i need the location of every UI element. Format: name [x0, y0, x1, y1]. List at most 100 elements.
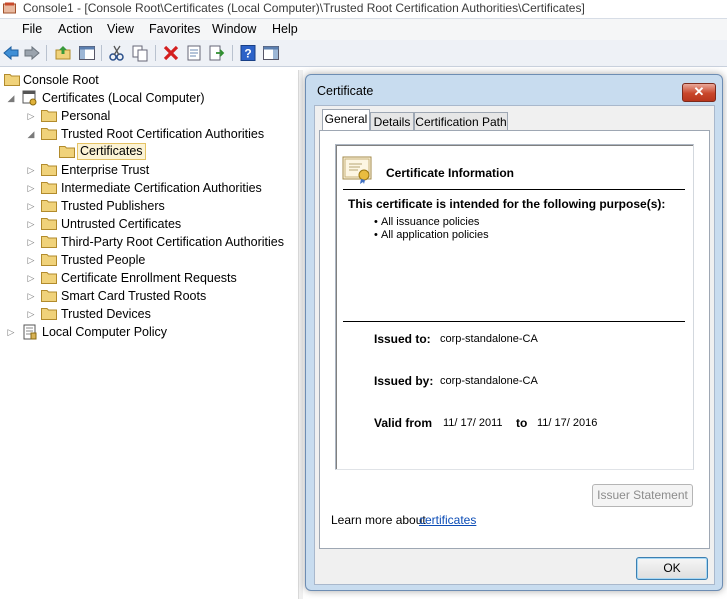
help-icon[interactable]: ? [239, 44, 257, 62]
mmc-app-icon [3, 2, 16, 14]
expand-arrow-icon[interactable]: ▷ [26, 269, 36, 287]
tab-certification-path[interactable]: Certification Path [414, 112, 508, 132]
menu-bar: File Action View Favorites Window Help [0, 19, 727, 40]
properties-icon[interactable] [185, 44, 203, 62]
expand-arrow-icon[interactable]: ▷ [26, 305, 36, 323]
window-title-bar: Console1 - [Console Root\Certificates (L… [0, 0, 727, 19]
tree-node-label: Certificates [77, 143, 146, 160]
collapse-arrow-icon[interactable]: ◢ [26, 125, 36, 143]
valid-to-value: 11/ 17/ 2016 [537, 417, 598, 429]
tree-node-untrusted-certificates[interactable]: ▷ Untrusted Certificates [0, 215, 280, 233]
cut-icon[interactable] [108, 44, 126, 62]
delete-icon[interactable] [162, 44, 180, 62]
issuer-statement-button[interactable]: Issuer Statement [592, 484, 693, 507]
menu-help[interactable]: Help [272, 21, 298, 38]
tree-node-label: Enterprise Trust [61, 163, 150, 177]
ok-button[interactable]: OK [636, 557, 708, 580]
folder-icon [41, 218, 57, 230]
tree-node-trusted-people[interactable]: ▷ Trusted People [0, 251, 280, 269]
menu-action[interactable]: Action [58, 21, 93, 38]
tree-node-third-party-root[interactable]: ▷ Third-Party Root Certification Authori… [0, 233, 296, 251]
show-hide-tree-icon[interactable] [78, 44, 96, 62]
menu-file[interactable]: File [22, 21, 42, 38]
toolbar-separator [232, 45, 233, 61]
folder-icon [41, 110, 57, 122]
tree-node-enterprise-trust[interactable]: ▷ Enterprise Trust [0, 161, 280, 179]
menu-window[interactable]: Window [212, 21, 256, 38]
expand-arrow-icon[interactable]: ▷ [26, 179, 36, 197]
tree-node-label: Personal [61, 109, 111, 123]
tree-node-label: Trusted People [61, 253, 146, 267]
tree-node-smart-card-roots[interactable]: ▷ Smart Card Trusted Roots [0, 287, 280, 305]
expand-arrow-icon[interactable]: ▷ [6, 323, 16, 341]
tree-node-label: Third-Party Root Certification Authoriti… [61, 235, 285, 249]
purpose-bullet: • [374, 229, 378, 241]
learn-more-text: Learn more about [331, 513, 426, 527]
tree-node-label: Untrusted Certificates [61, 217, 182, 231]
tree-node-trusted-publishers[interactable]: ▷ Trusted Publishers [0, 197, 280, 215]
folder-icon [59, 146, 75, 158]
expand-arrow-icon[interactable]: ▷ [26, 107, 36, 125]
folder-icon [41, 272, 57, 284]
forward-arrow-icon[interactable] [23, 44, 41, 62]
tree-node-trusted-root[interactable]: ◢ Trusted Root Certification Authorities [0, 125, 280, 143]
tree-node-trusted-devices[interactable]: ▷ Trusted Devices [0, 305, 280, 323]
show-hide-action-pane-icon[interactable] [262, 44, 280, 62]
tree-node-label: Smart Card Trusted Roots [61, 289, 207, 303]
purpose-heading: This certificate is intended for the fol… [348, 197, 666, 211]
menu-view[interactable]: View [107, 21, 134, 38]
certificate-info-heading: Certificate Information [386, 166, 515, 180]
export-list-icon[interactable] [208, 44, 226, 62]
tab-details[interactable]: Details [370, 112, 414, 132]
expand-arrow-icon[interactable]: ▷ [26, 287, 36, 305]
purpose-item: All issuance policies [381, 216, 480, 228]
expand-arrow-icon[interactable]: ▷ [26, 161, 36, 179]
folder-icon [4, 74, 20, 86]
certificate-icon [342, 156, 372, 184]
tree-node-console-root[interactable]: Console Root [0, 71, 200, 89]
tree-node-personal[interactable]: ▷ Personal [0, 107, 280, 125]
issued-to-value: corp-standalone-CA [440, 333, 538, 345]
tree-node-intermediate-ca[interactable]: ▷ Intermediate Certification Authorities [0, 179, 290, 197]
expand-arrow-icon[interactable]: ▷ [26, 215, 36, 233]
svg-text:?: ? [244, 47, 251, 61]
tree-node-label: Trusted Publishers [61, 199, 165, 213]
expand-arrow-icon[interactable]: ▷ [26, 197, 36, 215]
dialog-title: Certificate [317, 84, 374, 98]
back-arrow-icon[interactable] [2, 44, 20, 62]
policy-icon [23, 324, 37, 340]
toolbar: ? [0, 40, 727, 67]
certificates-link[interactable]: certificates [419, 513, 476, 527]
certificate-store-icon [22, 90, 37, 106]
toolbar-separator [46, 45, 47, 61]
divider [343, 321, 685, 322]
toolbar-separator [101, 45, 102, 61]
tree-node-enrollment-requests[interactable]: ▷ Certificate Enrollment Requests [0, 269, 280, 287]
tab-general[interactable]: General [322, 109, 370, 131]
window-title: Console1 - [Console Root\Certificates (L… [23, 1, 585, 15]
folder-icon [41, 236, 57, 248]
close-button[interactable]: ✕ [682, 83, 716, 102]
valid-to-label: to [516, 416, 528, 430]
tree-node-label: Trusted Devices [61, 307, 151, 321]
purpose-bullet: • [374, 216, 378, 228]
up-folder-icon[interactable] [54, 44, 72, 62]
collapse-arrow-icon[interactable]: ◢ [6, 89, 16, 107]
copy-icon[interactable] [131, 44, 149, 62]
valid-from-value: 11/ 17/ 2011 [443, 417, 503, 429]
tree-node-local-computer-policy[interactable]: ▷ Local Computer Policy [0, 323, 220, 341]
folder-icon [41, 290, 57, 302]
valid-from-label: Valid from [374, 416, 433, 430]
divider [343, 189, 685, 190]
tree-node-certificates-selected[interactable]: Certificates [0, 143, 280, 161]
folder-icon [41, 200, 57, 212]
expand-arrow-icon[interactable]: ▷ [26, 251, 36, 269]
expand-arrow-icon[interactable]: ▷ [26, 233, 36, 251]
menu-favorites[interactable]: Favorites [149, 21, 200, 38]
tree-node-certificates-local-computer[interactable]: ◢ Certificates (Local Computer) [0, 89, 220, 107]
folder-icon [41, 308, 57, 320]
tree-node-label: Certificates (Local Computer) [42, 91, 205, 105]
issued-by-value: corp-standalone-CA [440, 375, 538, 387]
tree-node-label: Local Computer Policy [42, 325, 168, 339]
tree-node-label: Certificate Enrollment Requests [61, 271, 237, 285]
